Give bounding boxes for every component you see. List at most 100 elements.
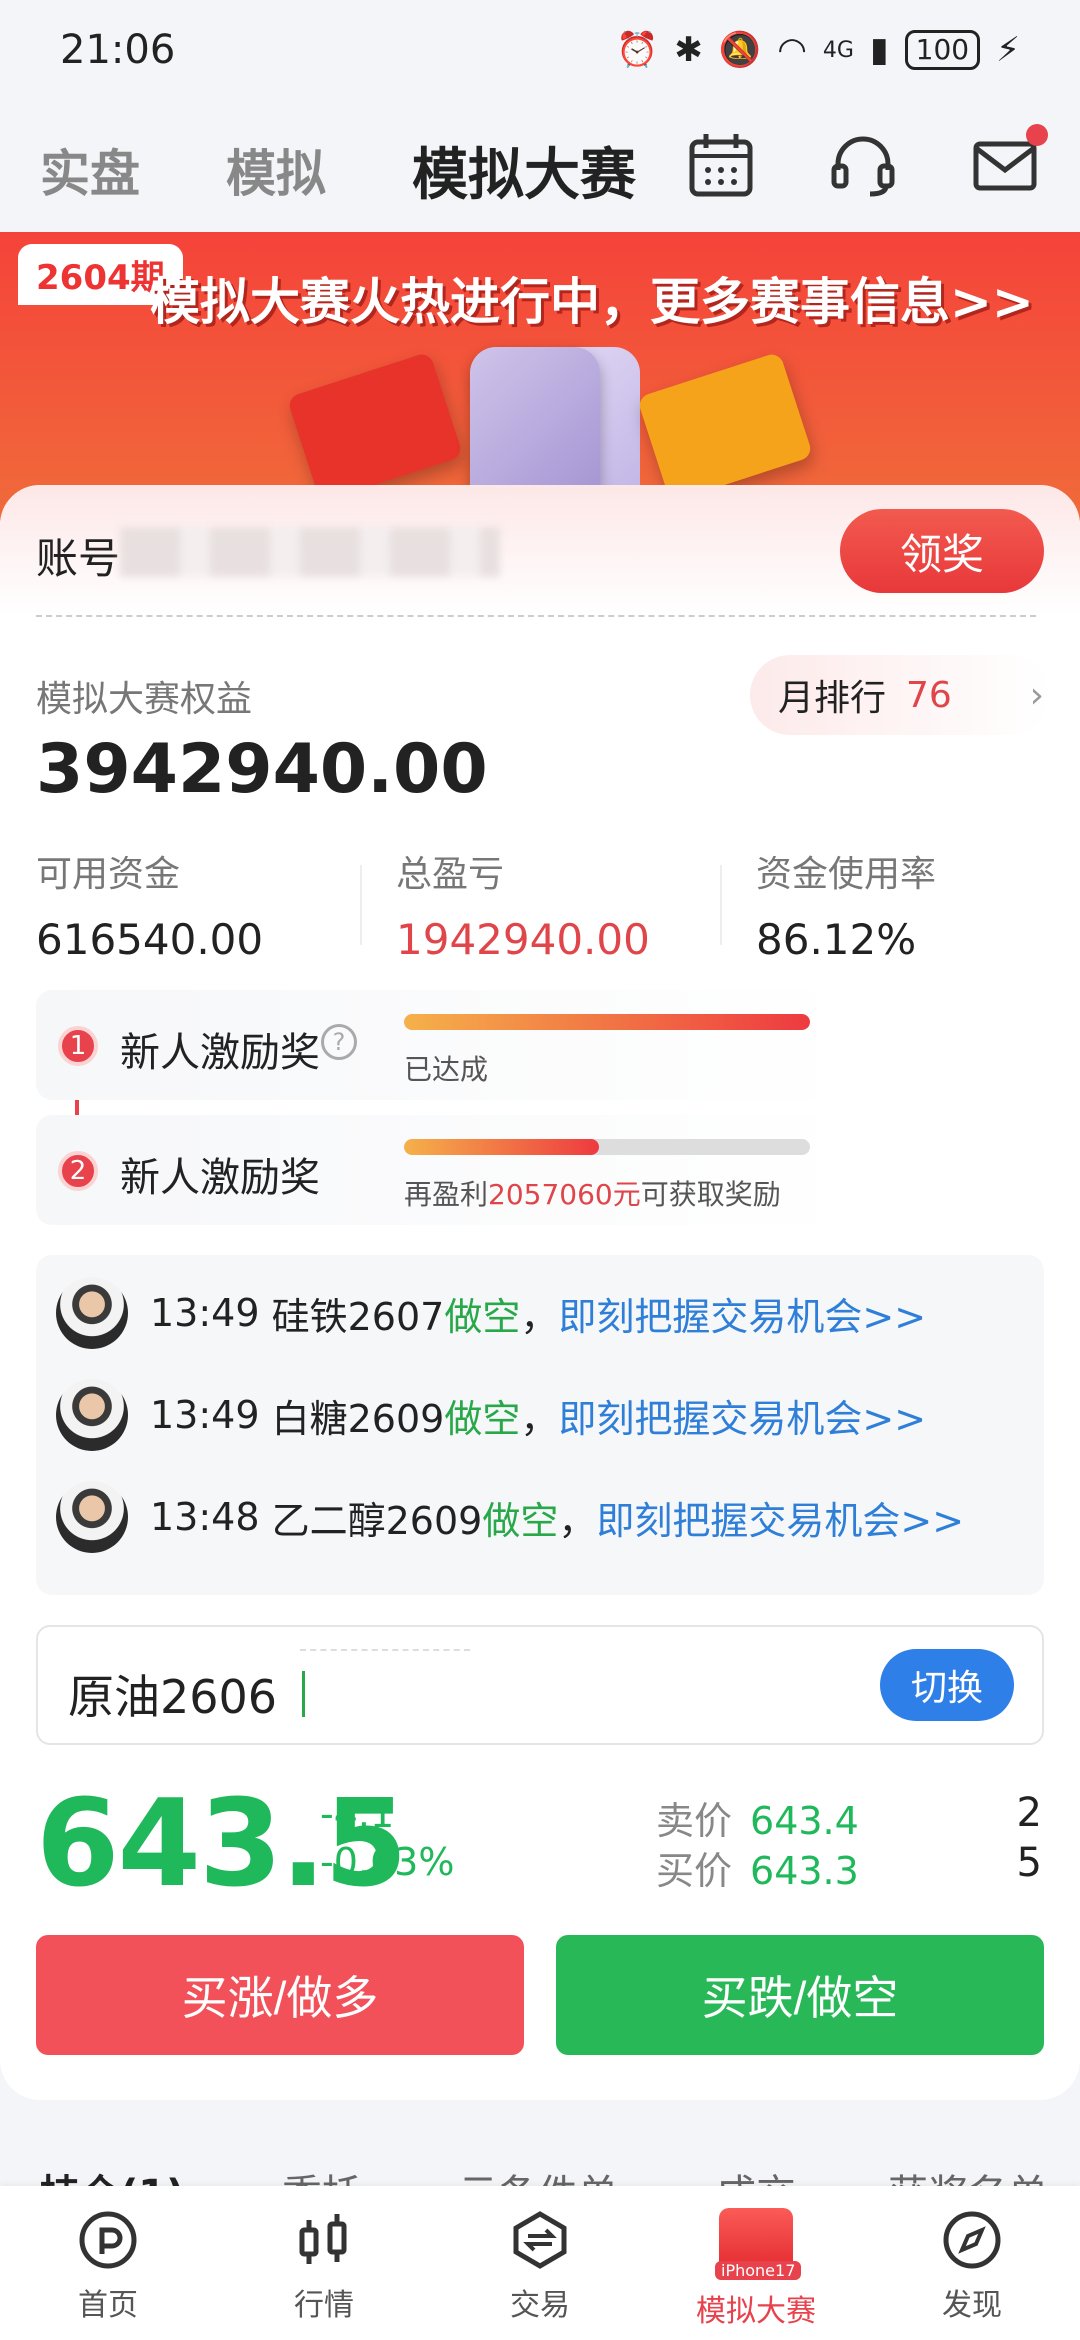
stat-available-funds: 可用资金 616540.00 xyxy=(0,845,360,964)
nav-home[interactable]: 首页 xyxy=(0,2186,216,2340)
rank-value: 76 xyxy=(906,674,952,716)
candlestick-icon xyxy=(299,2214,347,2264)
feed-cta-link[interactable]: 即刻把握交易机会>> xyxy=(558,1286,926,1341)
bid-quote: 买价 643.3 xyxy=(656,1840,859,1895)
nav-label: 发现 xyxy=(942,2288,1002,2323)
nav-trade[interactable]: 交易 xyxy=(432,2186,648,2340)
feed-item[interactable]: 13:49 白糖2609 做空，即刻把握交易机会>> xyxy=(56,1375,926,1455)
progress-fill xyxy=(404,1139,599,1155)
reward-title: 新人激励奖 xyxy=(120,1155,320,1201)
account-row: 账号 领奖 xyxy=(0,485,1080,615)
prize-card-red xyxy=(286,351,464,503)
avatar xyxy=(56,1277,128,1349)
signal-feed: 13:49 硅铁2607 做空，即刻把握交易机会>> 13:49 白糖2609 做空… xyxy=(36,1255,1044,1595)
alarm-icon: ⏰ xyxy=(616,30,659,70)
status-amount: 2057060元 xyxy=(488,1178,641,1211)
monthly-rank-button[interactable]: 月排行 76 › xyxy=(750,655,1050,735)
status-prefix: 再盈利 xyxy=(404,1178,489,1211)
tab-contest[interactable]: 模拟大赛 xyxy=(412,130,636,211)
mail-button[interactable] xyxy=(970,124,1048,200)
bid-price: 643.3 xyxy=(750,1849,859,1893)
feed-contract: 硅铁2607 xyxy=(271,1294,445,1339)
reward-progress-bar xyxy=(404,1014,810,1030)
equity-value: 3942940.00 xyxy=(36,730,488,809)
stat-label: 总盈亏 xyxy=(396,854,505,895)
progress-fill xyxy=(404,1014,810,1030)
feed-time: 13:48 xyxy=(150,1495,260,1539)
avatar xyxy=(56,1481,128,1553)
feed-sep: ， xyxy=(558,1498,597,1543)
switch-contract-button[interactable]: 切换 xyxy=(880,1649,1014,1721)
feed-cta-link[interactable]: 即刻把握交易机会>> xyxy=(558,1388,926,1443)
tab-simulation[interactable]: 模拟 xyxy=(226,134,326,206)
feed-action: 做空 xyxy=(444,1396,521,1441)
ask-price: 643.4 xyxy=(750,1799,859,1843)
stat-usage-rate: 资金使用率 86.12% xyxy=(720,845,1080,964)
contest-banner[interactable]: 2604期 模拟大赛火热进行中，更多赛事信息>> xyxy=(0,232,1080,522)
reward-title: 新人激励奖 xyxy=(120,1030,320,1076)
unread-dot xyxy=(1026,124,1048,146)
change-value: -4.1 xyxy=(320,1792,395,1836)
ask-qty: 2 xyxy=(1016,1790,1042,1836)
wifi-icon: ◠ xyxy=(777,30,807,70)
feed-sep: ， xyxy=(520,1396,559,1441)
top-nav: 实盘 模拟 模拟大赛 xyxy=(0,110,1080,230)
feed-item[interactable]: 13:49 硅铁2607 做空，即刻把握交易机会>> xyxy=(56,1273,926,1353)
nav-discover[interactable]: 发现 xyxy=(864,2186,1080,2340)
rank-label: 月排行 xyxy=(778,678,887,719)
calendar-icon[interactable] xyxy=(686,130,756,200)
mini-chart-baseline xyxy=(300,1649,470,1651)
nav-contest[interactable]: iPhone17 模拟大赛 xyxy=(648,2186,864,2340)
stat-value: 86.12% xyxy=(756,915,917,964)
mini-chart-tick xyxy=(302,1671,306,1717)
price-change: -4.1 -0.63% xyxy=(320,1790,454,1886)
avatar xyxy=(56,1379,128,1451)
bid-qty: 5 xyxy=(1016,1840,1042,1886)
nav-label: 模拟大赛 xyxy=(696,2294,816,2329)
contract-selector: 原油2606 切换 xyxy=(36,1625,1044,1745)
compass-icon xyxy=(943,2211,1001,2269)
reward-status: 已达成 xyxy=(404,1053,489,1086)
feed-contract: 乙二醇2609 xyxy=(271,1498,483,1543)
iphone-prize-icon: iPhone17 xyxy=(715,2208,802,2280)
top-icons xyxy=(686,124,1048,200)
tab-real[interactable]: 实盘 xyxy=(40,134,140,206)
banner-headline: 模拟大赛火热进行中，更多赛事信息>> xyxy=(150,273,1034,331)
contract-name: 原油2606 xyxy=(68,1670,278,1724)
stat-total-pnl: 总盈亏 1942940.00 xyxy=(360,845,720,964)
feed-sep: ， xyxy=(520,1294,559,1339)
reward-item-1[interactable]: 1 新人激励奖 ? 已达成 xyxy=(36,990,856,1100)
claim-reward-button[interactable]: 领奖 xyxy=(840,509,1044,593)
account-card: 账号 领奖 模拟大赛权益 3942940.00 月排行 76 › 可用资金 61… xyxy=(0,485,1080,2100)
ask-label: 卖价 xyxy=(656,1799,733,1843)
feed-cta-link[interactable]: 即刻把握交易机会>> xyxy=(596,1490,964,1545)
nav-badge: iPhone17 xyxy=(715,2261,802,2280)
help-icon[interactable]: ? xyxy=(321,1024,357,1060)
headset-icon[interactable] xyxy=(828,130,898,200)
nav-label: 行情 xyxy=(294,2288,354,2323)
status-bar: 21:06 ⏰ ✱ 🔕 ◠ 4G ▮ 100 ⚡ xyxy=(0,0,1080,100)
stat-label: 资金使用率 xyxy=(756,854,937,895)
network-label: 4G xyxy=(822,37,854,63)
feed-contract: 白糖2609 xyxy=(271,1396,445,1441)
account-number-redacted xyxy=(120,527,500,577)
ask-quote: 卖价 643.4 xyxy=(656,1790,859,1845)
signal-icon: ▮ xyxy=(869,30,889,70)
reward-item-2[interactable]: 2 新人激励奖 再盈利2057060元可获取奖励 xyxy=(36,1115,856,1225)
buy-long-button[interactable]: 买涨/做多 xyxy=(36,1935,524,2055)
feed-time: 13:49 xyxy=(150,1291,260,1335)
stat-label: 可用资金 xyxy=(36,854,181,895)
bluetooth-icon: ✱ xyxy=(674,30,703,70)
prize-card-orange xyxy=(636,351,814,503)
reward-progress-bar xyxy=(404,1139,810,1155)
divider xyxy=(36,615,1036,617)
bottom-nav: 首页 行情 交易 iPhone17 模拟大赛 发现 xyxy=(0,2186,1080,2340)
home-icon xyxy=(79,2211,137,2269)
sell-short-button[interactable]: 买跌/做空 xyxy=(556,1935,1044,2055)
step-badge: 1 xyxy=(58,1026,98,1066)
stats-row: 可用资金 616540.00 总盈亏 1942940.00 资金使用率 86.1… xyxy=(0,845,1080,964)
nav-market[interactable]: 行情 xyxy=(216,2186,432,2340)
status-time: 21:06 xyxy=(60,27,176,73)
equity-label: 模拟大赛权益 xyxy=(36,679,253,720)
feed-item[interactable]: 13:48 乙二醇2609 做空，即刻把握交易机会>> xyxy=(56,1477,964,1557)
